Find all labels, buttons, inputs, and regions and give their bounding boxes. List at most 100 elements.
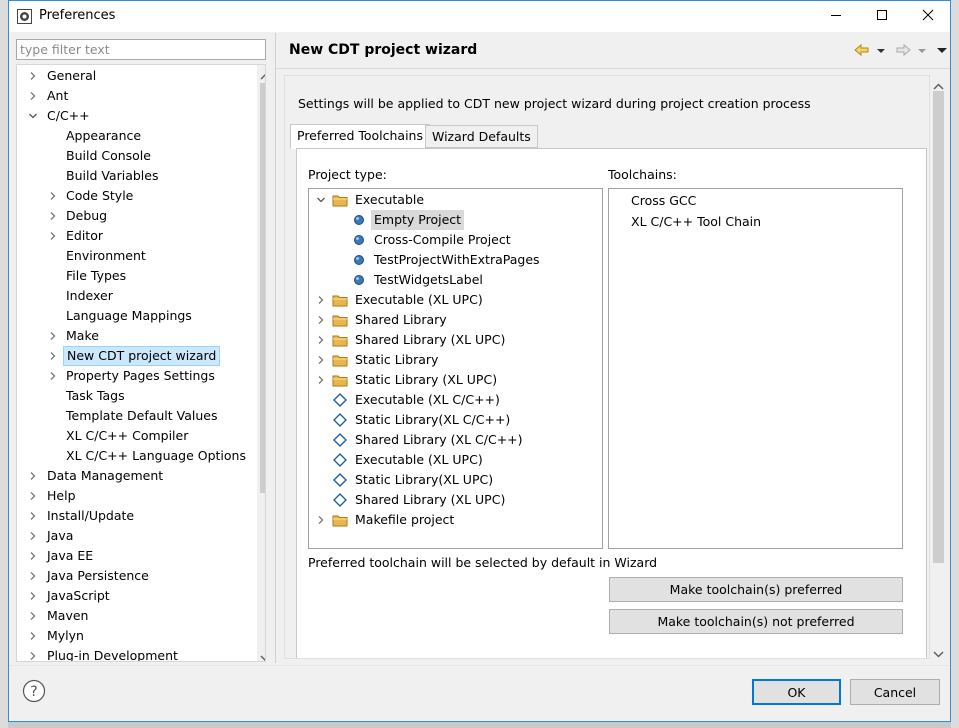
- chevron-right-icon[interactable]: [27, 606, 39, 626]
- project-type-item[interactable]: Static Library(XL C/C++): [309, 410, 602, 430]
- project-type-item[interactable]: Executable (XL UPC): [309, 290, 602, 310]
- sidebar-item-indexer[interactable]: Indexer: [17, 286, 255, 306]
- chevron-right-icon[interactable]: [315, 510, 327, 530]
- chevron-down-icon[interactable]: [27, 106, 39, 126]
- sidebar-item-file-types[interactable]: File Types: [17, 266, 255, 286]
- chevron-right-icon[interactable]: [47, 226, 59, 246]
- sidebar-item-build-console[interactable]: Build Console: [17, 146, 255, 166]
- page-scroll-up-icon[interactable]: [933, 79, 944, 94]
- sidebar-item-maven[interactable]: Maven: [17, 606, 255, 626]
- page-scrollbar-thumb[interactable]: [933, 91, 944, 563]
- sidebar-item-build-variables[interactable]: Build Variables: [17, 166, 255, 186]
- back-arrow-icon[interactable]: [853, 42, 871, 58]
- project-type-item[interactable]: Executable (XL C/C++): [309, 390, 602, 410]
- chevron-right-icon[interactable]: [315, 310, 327, 330]
- sidebar-item-language-mappings[interactable]: Language Mappings: [17, 306, 255, 326]
- view-menu-icon[interactable]: [936, 42, 948, 58]
- chevron-right-icon[interactable]: [47, 326, 59, 346]
- chevron-right-icon[interactable]: [315, 330, 327, 350]
- sidebar-item-c-c[interactable]: C/C++: [17, 106, 255, 126]
- list-item[interactable]: Cross GCC: [631, 191, 696, 211]
- toolchains-list[interactable]: Cross GCC XL C/C++ Tool Chain: [608, 188, 903, 549]
- scroll-down-icon[interactable]: [260, 650, 265, 661]
- sidebar-item-java-persistence[interactable]: Java Persistence: [17, 566, 255, 586]
- scroll-up-icon[interactable]: [260, 69, 265, 84]
- project-type-item[interactable]: Empty Project: [309, 210, 602, 230]
- project-type-item[interactable]: Shared Library (XL UPC): [309, 330, 602, 350]
- project-type-item[interactable]: Executable: [309, 190, 602, 210]
- sidebar-item-general[interactable]: General: [17, 66, 255, 86]
- chevron-right-icon[interactable]: [27, 466, 39, 486]
- make-not-preferred-button[interactable]: Make toolchain(s) not preferred: [609, 609, 903, 634]
- ok-button[interactable]: OK: [752, 679, 841, 705]
- sidebar-item-mylyn[interactable]: Mylyn: [17, 626, 255, 646]
- sidebar-item-plug-in-development[interactable]: Plug-in Development: [17, 646, 255, 661]
- chevron-down-icon[interactable]: [315, 190, 327, 210]
- chevron-right-icon[interactable]: [27, 646, 39, 661]
- chevron-right-icon[interactable]: [27, 506, 39, 526]
- tab-preferred-toolchains[interactable]: Preferred Toolchains: [290, 124, 430, 149]
- chevron-right-icon[interactable]: [47, 206, 59, 226]
- project-type-item[interactable]: Shared Library (XL C/C++): [309, 430, 602, 450]
- project-type-item[interactable]: TestWidgetsLabel: [309, 270, 602, 290]
- preferences-tree[interactable]: General Ant C/C++ Appearance Build Console Bu…: [16, 64, 266, 662]
- sidebar-item-javascript[interactable]: JavaScript: [17, 586, 255, 606]
- sidebar-item-xl-c-c-language-options[interactable]: XL C/C++ Language Options: [17, 446, 255, 466]
- sidebar-item-task-tags[interactable]: Task Tags: [17, 386, 255, 406]
- project-type-item[interactable]: Shared Library (XL UPC): [309, 490, 602, 510]
- chevron-right-icon[interactable]: [27, 486, 39, 506]
- sidebar-item-xl-c-c-compiler[interactable]: XL C/C++ Compiler: [17, 426, 255, 446]
- chevron-right-icon[interactable]: [27, 66, 39, 86]
- close-button[interactable]: [905, 1, 950, 32]
- sidebar-item-data-management[interactable]: Data Management: [17, 466, 255, 486]
- chevron-right-icon[interactable]: [27, 86, 39, 106]
- chevron-right-icon[interactable]: [315, 370, 327, 390]
- chevron-right-icon[interactable]: [27, 546, 39, 566]
- forward-arrow-icon[interactable]: [894, 42, 912, 58]
- sidebar-item-java-ee[interactable]: Java EE: [17, 546, 255, 566]
- sidebar-item-new-cdt-project-wizard[interactable]: New CDT project wizard: [17, 346, 255, 366]
- sidebar-item-code-style[interactable]: Code Style: [17, 186, 255, 206]
- chevron-right-icon[interactable]: [315, 290, 327, 310]
- sidebar-item-appearance[interactable]: Appearance: [17, 126, 255, 146]
- project-type-item[interactable]: Executable (XL UPC): [309, 450, 602, 470]
- sidebar-item-template-default-values[interactable]: Template Default Values: [17, 406, 255, 426]
- project-type-tree[interactable]: Executable Empty Project Cross-Compile Pro…: [308, 188, 603, 549]
- sidebar-item-java[interactable]: Java: [17, 526, 255, 546]
- sidebar-item-help[interactable]: Help: [17, 486, 255, 506]
- sidebar-item-ant[interactable]: Ant: [17, 86, 255, 106]
- chevron-right-icon[interactable]: [47, 186, 59, 206]
- title-bar[interactable]: Preferences: [9, 1, 950, 32]
- sidebar-item-make[interactable]: Make: [17, 326, 255, 346]
- project-type-item[interactable]: Static Library(XL UPC): [309, 470, 602, 490]
- project-type-item[interactable]: Cross-Compile Project: [309, 230, 602, 250]
- chevron-right-icon[interactable]: [27, 566, 39, 586]
- panel-splitter[interactable]: [275, 33, 276, 663]
- maximize-button[interactable]: [859, 1, 905, 32]
- help-icon[interactable]: ?: [22, 679, 46, 703]
- chevron-right-icon[interactable]: [27, 586, 39, 606]
- chevron-right-icon[interactable]: [47, 346, 59, 366]
- list-item[interactable]: XL C/C++ Tool Chain: [631, 212, 761, 232]
- filter-input[interactable]: [16, 39, 266, 60]
- chevron-right-icon[interactable]: [315, 350, 327, 370]
- page-scroll-down-icon[interactable]: [933, 646, 944, 661]
- sidebar-item-install-update[interactable]: Install/Update: [17, 506, 255, 526]
- forward-dropdown-icon[interactable]: [917, 42, 927, 58]
- chevron-right-icon[interactable]: [27, 626, 39, 646]
- chevron-right-icon[interactable]: [27, 526, 39, 546]
- project-type-item[interactable]: Makefile project: [309, 510, 602, 530]
- back-dropdown-icon[interactable]: [876, 42, 886, 58]
- sidebar-item-property-pages-settings[interactable]: Property Pages Settings: [17, 366, 255, 386]
- tab-wizard-defaults[interactable]: Wizard Defaults: [425, 125, 538, 148]
- chevron-right-icon[interactable]: [47, 366, 59, 386]
- minimize-button[interactable]: [813, 1, 859, 32]
- cancel-button[interactable]: Cancel: [850, 679, 940, 705]
- tree-scrollbar-thumb[interactable]: [260, 83, 265, 493]
- sidebar-item-editor[interactable]: Editor: [17, 226, 255, 246]
- sidebar-item-debug[interactable]: Debug: [17, 206, 255, 226]
- make-preferred-button[interactable]: Make toolchain(s) preferred: [609, 577, 903, 602]
- sidebar-item-environment[interactable]: Environment: [17, 246, 255, 266]
- project-type-item[interactable]: TestProjectWithExtraPages: [309, 250, 602, 270]
- project-type-item[interactable]: Static Library: [309, 350, 602, 370]
